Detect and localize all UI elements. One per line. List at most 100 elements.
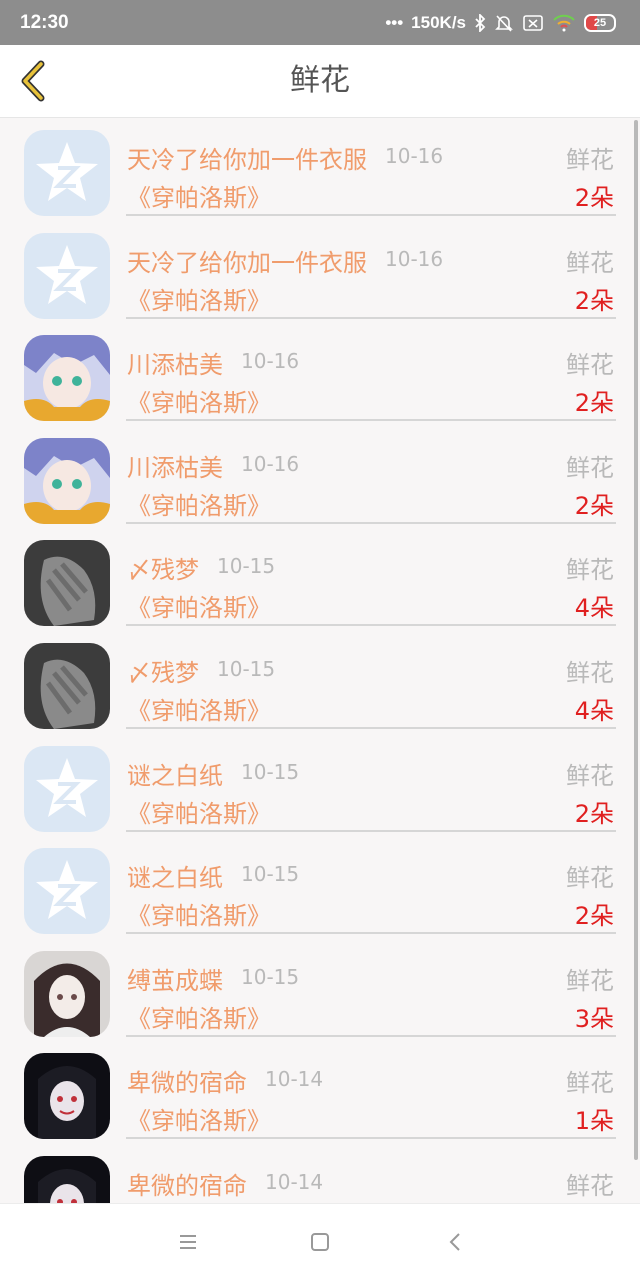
book-title[interactable]: 《穿帕洛斯》 (127, 794, 271, 829)
list-item[interactable]: 天冷了给你加一件衣服 10-16 鲜花 《穿帕洛斯》 2朵 (0, 221, 640, 324)
book-title[interactable]: 《穿帕洛斯》 (127, 691, 271, 726)
list-item[interactable]: 卑微的宿命 10-14 鲜花《穿帕洛斯》 1朵 (0, 1041, 640, 1144)
gift-type-label: 鲜花 (566, 658, 614, 687)
menu-icon (180, 1235, 196, 1249)
gift-date: 10-14 (265, 1169, 324, 1194)
flower-count: 1朵 (574, 1107, 614, 1136)
gift-date: 10-15 (217, 656, 276, 681)
book-title[interactable]: 《穿帕洛斯》 (127, 896, 271, 931)
list-item[interactable]: 缚茧成蝶 10-15 鲜花 《穿帕洛斯》 3朵 (0, 939, 640, 1042)
avatar[interactable] (24, 437, 110, 524)
gift-type-label: 鲜花 (566, 966, 614, 995)
status-icons: ••• 150K/s 25 (385, 13, 616, 33)
list-item[interactable]: 卑微的宿命10-14鲜花《穿帕洛斯》 (0, 1144, 640, 1203)
book-title[interactable]: 《穿帕洛斯》 (127, 999, 271, 1034)
gift-type-label: 鲜花 (566, 761, 614, 790)
book-title[interactable]: 《穿帕洛斯》 (127, 486, 271, 521)
flower-count: 2朵 (574, 389, 614, 418)
avatar[interactable] (24, 848, 110, 935)
avatar[interactable] (24, 950, 110, 1037)
flower-count: 2朵 (574, 184, 614, 212)
avatar[interactable] (24, 232, 110, 319)
gift-type-label: 鲜花 (566, 556, 614, 585)
flower-count: 2朵 (574, 799, 614, 828)
page-title: 鲜花 (290, 63, 350, 98)
sender-name[interactable]: 〆残梦 (127, 550, 199, 585)
menu-button[interactable] (176, 1230, 200, 1254)
flower-count: 2朵 (574, 902, 614, 931)
list-item[interactable]: 〆残梦 10-15 鲜花《穿帕洛斯》 4朵 (0, 631, 640, 734)
no-sim-icon (523, 14, 543, 31)
gift-type-label: 鲜花 (566, 864, 614, 893)
gift-type-label: 鲜花 (566, 1171, 614, 1200)
sender-name[interactable]: 天冷了给你加一件衣服 (127, 140, 367, 175)
flower-count: 2朵 (574, 286, 614, 315)
row-divider (126, 829, 616, 832)
row-divider (126, 932, 616, 935)
gift-type-label: 鲜花 (566, 146, 614, 174)
avatar[interactable] (24, 540, 110, 627)
sender-name[interactable]: 川添枯美 (127, 345, 223, 380)
flower-list[interactable]: 天冷了给你加一件衣服 10-16 鲜花 《穿帕洛斯》 2朵 天冷了给你加一件衣服 10-16… (0, 118, 640, 1203)
gift-date: 10-16 (385, 144, 444, 168)
sender-name[interactable]: 〆残梦 (127, 653, 199, 688)
gift-date: 10-14 (265, 1067, 324, 1092)
book-title[interactable]: 《穿帕洛斯》 (127, 178, 271, 213)
mute-bell-icon (495, 14, 513, 32)
sender-name[interactable]: 天冷了给你加一件衣服 (127, 243, 367, 278)
avatar[interactable] (24, 745, 110, 832)
gift-date: 10-16 (241, 349, 300, 374)
list-item[interactable]: 谜之白纸 10-15 鲜花《穿帕洛斯》 2朵 (0, 734, 640, 837)
list-item[interactable]: 川添枯美 10-16 鲜花《穿帕洛斯》 2朵 (0, 323, 640, 426)
sender-name[interactable]: 卑微的宿命 (127, 1166, 247, 1201)
avatar[interactable] (24, 335, 110, 422)
sender-name[interactable]: 谜之白纸 (127, 858, 223, 893)
scrollbar[interactable] (634, 120, 638, 1160)
list-item[interactable]: 天冷了给你加一件衣服 10-16 鲜花《穿帕洛斯》 2朵 (0, 118, 640, 221)
gift-date: 10-15 (241, 759, 300, 784)
gift-type-label: 鲜花 (566, 248, 614, 277)
status-bar: 12:30 ••• 150K/s 25 (0, 0, 640, 45)
gift-type-label: 鲜花 (566, 1069, 614, 1098)
row-divider (126, 419, 616, 422)
row-divider (126, 726, 616, 729)
list-item[interactable]: 〆残梦 10-15 鲜花《穿帕洛斯》 4朵 (0, 528, 640, 631)
gift-date: 10-15 (241, 862, 300, 887)
flower-count: 2朵 (574, 491, 614, 520)
flower-count: 4朵 (574, 696, 614, 725)
sender-name[interactable]: 川添枯美 (127, 448, 223, 483)
gift-date: 10-16 (241, 451, 300, 476)
gift-type-label: 鲜花 (566, 453, 614, 482)
row-divider (126, 1034, 616, 1037)
wifi-icon (553, 14, 575, 31)
top-bar: 鲜花 (0, 45, 640, 118)
battery-icon: 25 (584, 13, 616, 32)
list-item[interactable]: 谜之白纸 10-15 鲜花《穿帕洛斯》 2朵 (0, 836, 640, 939)
nav-back-button[interactable] (443, 1230, 467, 1254)
book-title[interactable]: 《穿帕洛斯》 (127, 281, 271, 316)
book-title[interactable]: 《穿帕洛斯》 (127, 383, 271, 418)
row-divider (126, 316, 616, 319)
flower-count: 3朵 (574, 1004, 614, 1033)
avatar[interactable] (24, 130, 110, 216)
avatar[interactable] (24, 1053, 110, 1140)
sender-name[interactable]: 谜之白纸 (127, 756, 223, 791)
more-dots-icon: ••• (385, 12, 404, 32)
row-divider (126, 214, 616, 216)
list-item[interactable]: 川添枯美 10-16 鲜花《穿帕洛斯》 2朵 (0, 426, 640, 529)
bluetooth-icon (475, 13, 486, 32)
book-title[interactable]: 《穿帕洛斯》 (127, 1101, 271, 1136)
gift-date: 10-15 (217, 554, 276, 579)
avatar[interactable] (24, 1155, 110, 1203)
sender-name[interactable]: 卑微的宿命 (127, 1063, 247, 1098)
sender-name[interactable]: 缚茧成蝶 (127, 961, 223, 996)
row-divider (126, 521, 616, 524)
book-title[interactable]: 《穿帕洛斯》 (127, 588, 271, 623)
home-button[interactable] (308, 1230, 332, 1254)
avatar[interactable] (24, 642, 110, 729)
row-divider (126, 624, 616, 627)
status-time: 12:30 (20, 11, 69, 33)
system-nav-bar (0, 1203, 640, 1281)
gift-type-label: 鲜花 (566, 351, 614, 380)
flower-count: 4朵 (574, 594, 614, 623)
